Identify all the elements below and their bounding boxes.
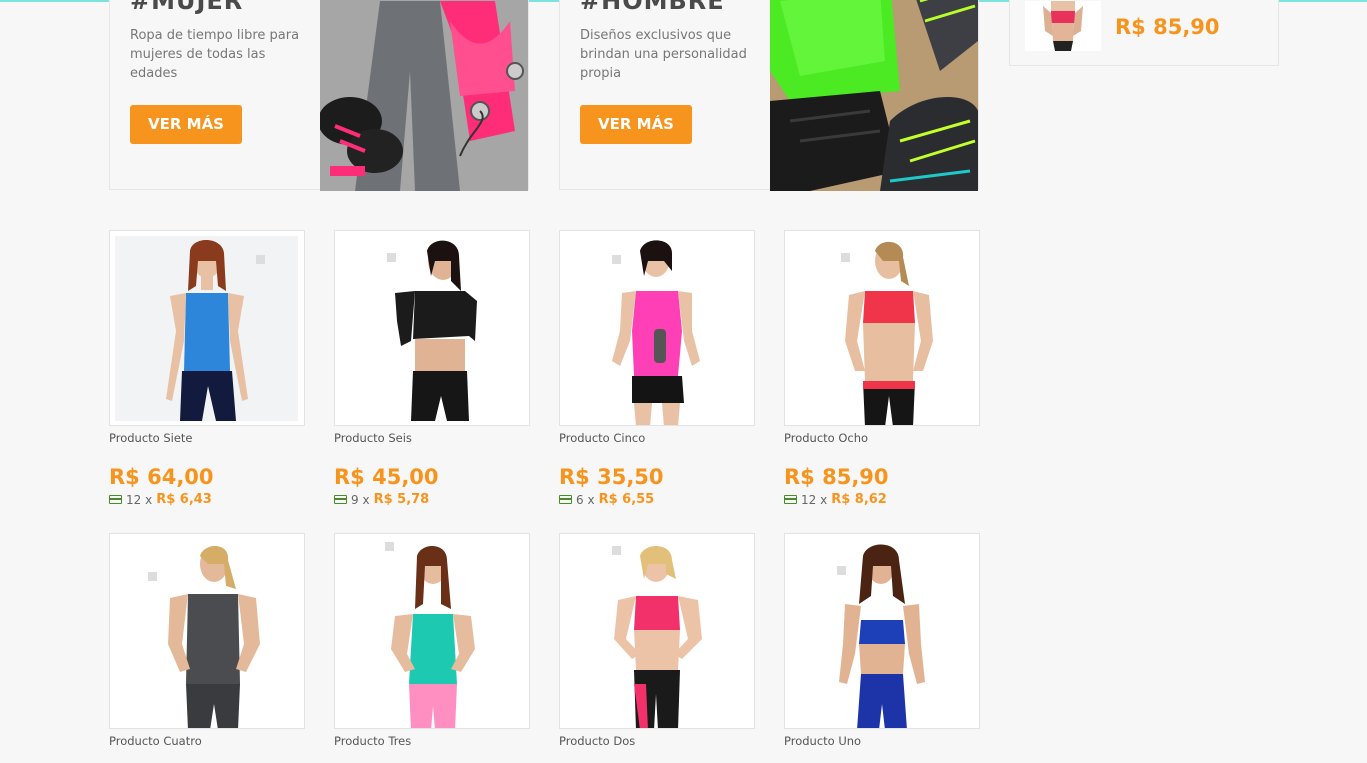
- installment-value: R$ 5,78: [373, 492, 430, 507]
- product-card[interactable]: Producto Cinco R$ 35,50 6 x R$ 6,55: [559, 230, 755, 507]
- product-name[interactable]: Producto Tres: [334, 734, 530, 748]
- installment-count: 12 x: [801, 492, 828, 507]
- product-name[interactable]: Producto Seis: [334, 431, 530, 445]
- product-name[interactable]: Producto Ocho: [784, 431, 980, 445]
- product-name[interactable]: Producto Dos: [559, 734, 755, 748]
- banner-title: #MUJER: [130, 0, 244, 15]
- product-price: R$ 35,50: [559, 465, 664, 489]
- product-card[interactable]: Producto Ocho R$ 85,90 12 x R$ 8,62: [784, 230, 980, 507]
- banner-image-hombre[interactable]: [770, 0, 978, 191]
- mini-cart-price: R$ 85,90: [1115, 15, 1220, 39]
- banner-text: Diseños exclusivos que brindan una perso…: [580, 28, 747, 81]
- mini-cart-thumbnail: [1025, 1, 1101, 51]
- installment-value: R$ 6,43: [156, 492, 212, 507]
- banner-mujer: #MUJER Ropa de tiempo libre para mujeres…: [109, 0, 529, 191]
- product-card[interactable]: Producto Seis R$ 45,00 9 x R$ 5,78: [334, 230, 530, 507]
- installment-value: R$ 6,55: [598, 492, 655, 507]
- product-name[interactable]: Producto Cuatro: [109, 734, 305, 748]
- product-image[interactable]: [784, 230, 980, 426]
- product-image[interactable]: [559, 230, 755, 426]
- product-price: R$ 85,90: [784, 465, 889, 489]
- credit-card-icon: [784, 495, 797, 504]
- banner-hombre: #HOMBRE Diseños exclusivos que brindan u…: [559, 0, 979, 191]
- product-image[interactable]: [109, 533, 305, 729]
- product-image[interactable]: [334, 230, 530, 426]
- product-image[interactable]: [784, 533, 980, 729]
- product-image[interactable]: [109, 230, 305, 426]
- credit-card-icon: [109, 495, 122, 504]
- mini-cart-item[interactable]: R$ 85,90: [1009, 0, 1279, 66]
- banner-title: #HOMBRE: [580, 0, 725, 15]
- installment-count: 9 x: [351, 492, 370, 507]
- installment-count: 6 x: [576, 492, 595, 507]
- ver-mas-button[interactable]: VER MÁS: [580, 105, 692, 144]
- installments: 6 x R$ 6,55: [559, 492, 755, 507]
- product-image[interactable]: [334, 533, 530, 729]
- product-price: R$ 45,00: [334, 465, 439, 489]
- banner-text: Ropa de tiempo libre para mujeres de tod…: [130, 28, 300, 81]
- product-card[interactable]: Producto Dos: [559, 533, 755, 748]
- product-name[interactable]: Producto Siete: [109, 431, 305, 445]
- installment-count: 12 x: [126, 492, 153, 507]
- product-price: R$ 64,00: [109, 465, 214, 489]
- installments: 9 x R$ 5,78: [334, 492, 530, 507]
- product-card[interactable]: Producto Siete R$ 64,00 12 x R$ 6,43: [109, 230, 305, 507]
- installment-value: R$ 8,62: [831, 492, 887, 507]
- product-image[interactable]: [559, 533, 755, 729]
- product-card[interactable]: Producto Tres: [334, 533, 530, 748]
- product-card[interactable]: Producto Uno: [784, 533, 980, 748]
- credit-card-icon: [334, 495, 347, 504]
- product-name[interactable]: Producto Cinco: [559, 431, 755, 445]
- installments: 12 x R$ 8,62: [784, 492, 980, 507]
- credit-card-icon: [559, 495, 572, 504]
- installments: 12 x R$ 6,43: [109, 492, 305, 507]
- product-card[interactable]: Producto Cuatro: [109, 533, 305, 748]
- product-name[interactable]: Producto Uno: [784, 734, 980, 748]
- ver-mas-button[interactable]: VER MÁS: [130, 105, 242, 144]
- banner-image-mujer[interactable]: [320, 0, 528, 191]
